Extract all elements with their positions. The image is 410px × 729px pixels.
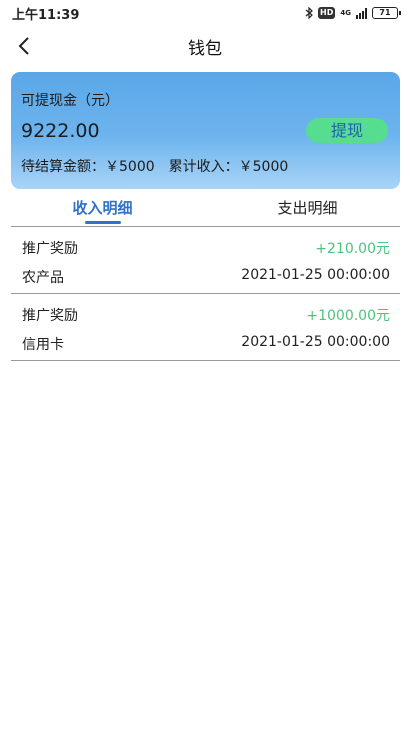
total-label: 累计收入： bbox=[168, 159, 239, 175]
withdrawable-balance: 9222.00 bbox=[21, 120, 100, 142]
tab-expense[interactable]: 支出明细 bbox=[205, 190, 410, 226]
record-product: 农产品 bbox=[22, 270, 64, 286]
withdraw-button[interactable]: 提现 bbox=[306, 118, 388, 143]
record-amount: +1000.00元 bbox=[306, 308, 390, 324]
total-value: ￥5000 bbox=[238, 159, 289, 175]
tab-income[interactable]: 收入明细 bbox=[0, 190, 205, 226]
pending-value: ￥5000 bbox=[105, 159, 155, 175]
status-time: 上午11:39 bbox=[12, 7, 80, 23]
record-amount: +210.00元 bbox=[315, 241, 390, 257]
record-time: 2021-01-25 00:00:00 bbox=[241, 334, 390, 350]
record-row-top: 推广奖励 +1000.00元 bbox=[22, 305, 390, 325]
record-row-bottom: 信用卡 2021-01-25 00:00:00 bbox=[22, 334, 390, 354]
pending-amount: 待结算金额：￥5000 bbox=[21, 156, 155, 176]
status-bar: 上午11:39 HD 4G 71 bbox=[0, 0, 410, 26]
record-type: 推广奖励 bbox=[22, 241, 78, 257]
back-button[interactable] bbox=[10, 32, 38, 60]
income-list: 推广奖励 +210.00元 农产品 2021-01-25 00:00:00 推广… bbox=[11, 227, 400, 361]
pending-label: 待结算金额： bbox=[21, 159, 105, 175]
battery-icon: 71 bbox=[372, 7, 401, 19]
record-product: 信用卡 bbox=[22, 337, 64, 353]
status-icons: HD 4G 71 bbox=[305, 7, 401, 19]
withdrawable-label: 可提现金（元） bbox=[21, 93, 119, 109]
network-label: 4G bbox=[340, 8, 351, 17]
record-type: 推广奖励 bbox=[22, 308, 78, 324]
record-time: 2021-01-25 00:00:00 bbox=[241, 267, 390, 283]
wallet-card: 可提现金（元） 9222.00 提现 待结算金额：￥5000 累计收入：￥500… bbox=[11, 72, 400, 189]
total-income: 累计收入：￥5000 bbox=[169, 156, 289, 176]
hd-badge: HD bbox=[318, 7, 336, 19]
list-item[interactable]: 推广奖励 +1000.00元 信用卡 2021-01-25 00:00:00 bbox=[11, 294, 400, 361]
record-row-bottom: 农产品 2021-01-25 00:00:00 bbox=[22, 267, 390, 287]
page-title: 钱包 bbox=[188, 38, 222, 59]
bluetooth-icon bbox=[305, 7, 313, 19]
record-row-top: 推广奖励 +210.00元 bbox=[22, 238, 390, 258]
signal-icon bbox=[356, 7, 367, 19]
tab-active-indicator bbox=[84, 221, 121, 224]
wallet-stats: 待结算金额：￥5000 累计收入：￥5000 bbox=[21, 156, 288, 176]
tab-bar: 收入明细 支出明细 bbox=[0, 190, 410, 226]
tab-income-label: 收入明细 bbox=[72, 199, 133, 217]
list-item[interactable]: 推广奖励 +210.00元 农产品 2021-01-25 00:00:00 bbox=[11, 227, 400, 294]
chevron-left-icon bbox=[18, 37, 29, 55]
tab-expense-label: 支出明细 bbox=[277, 199, 338, 217]
nav-bar: 钱包 bbox=[0, 26, 410, 66]
